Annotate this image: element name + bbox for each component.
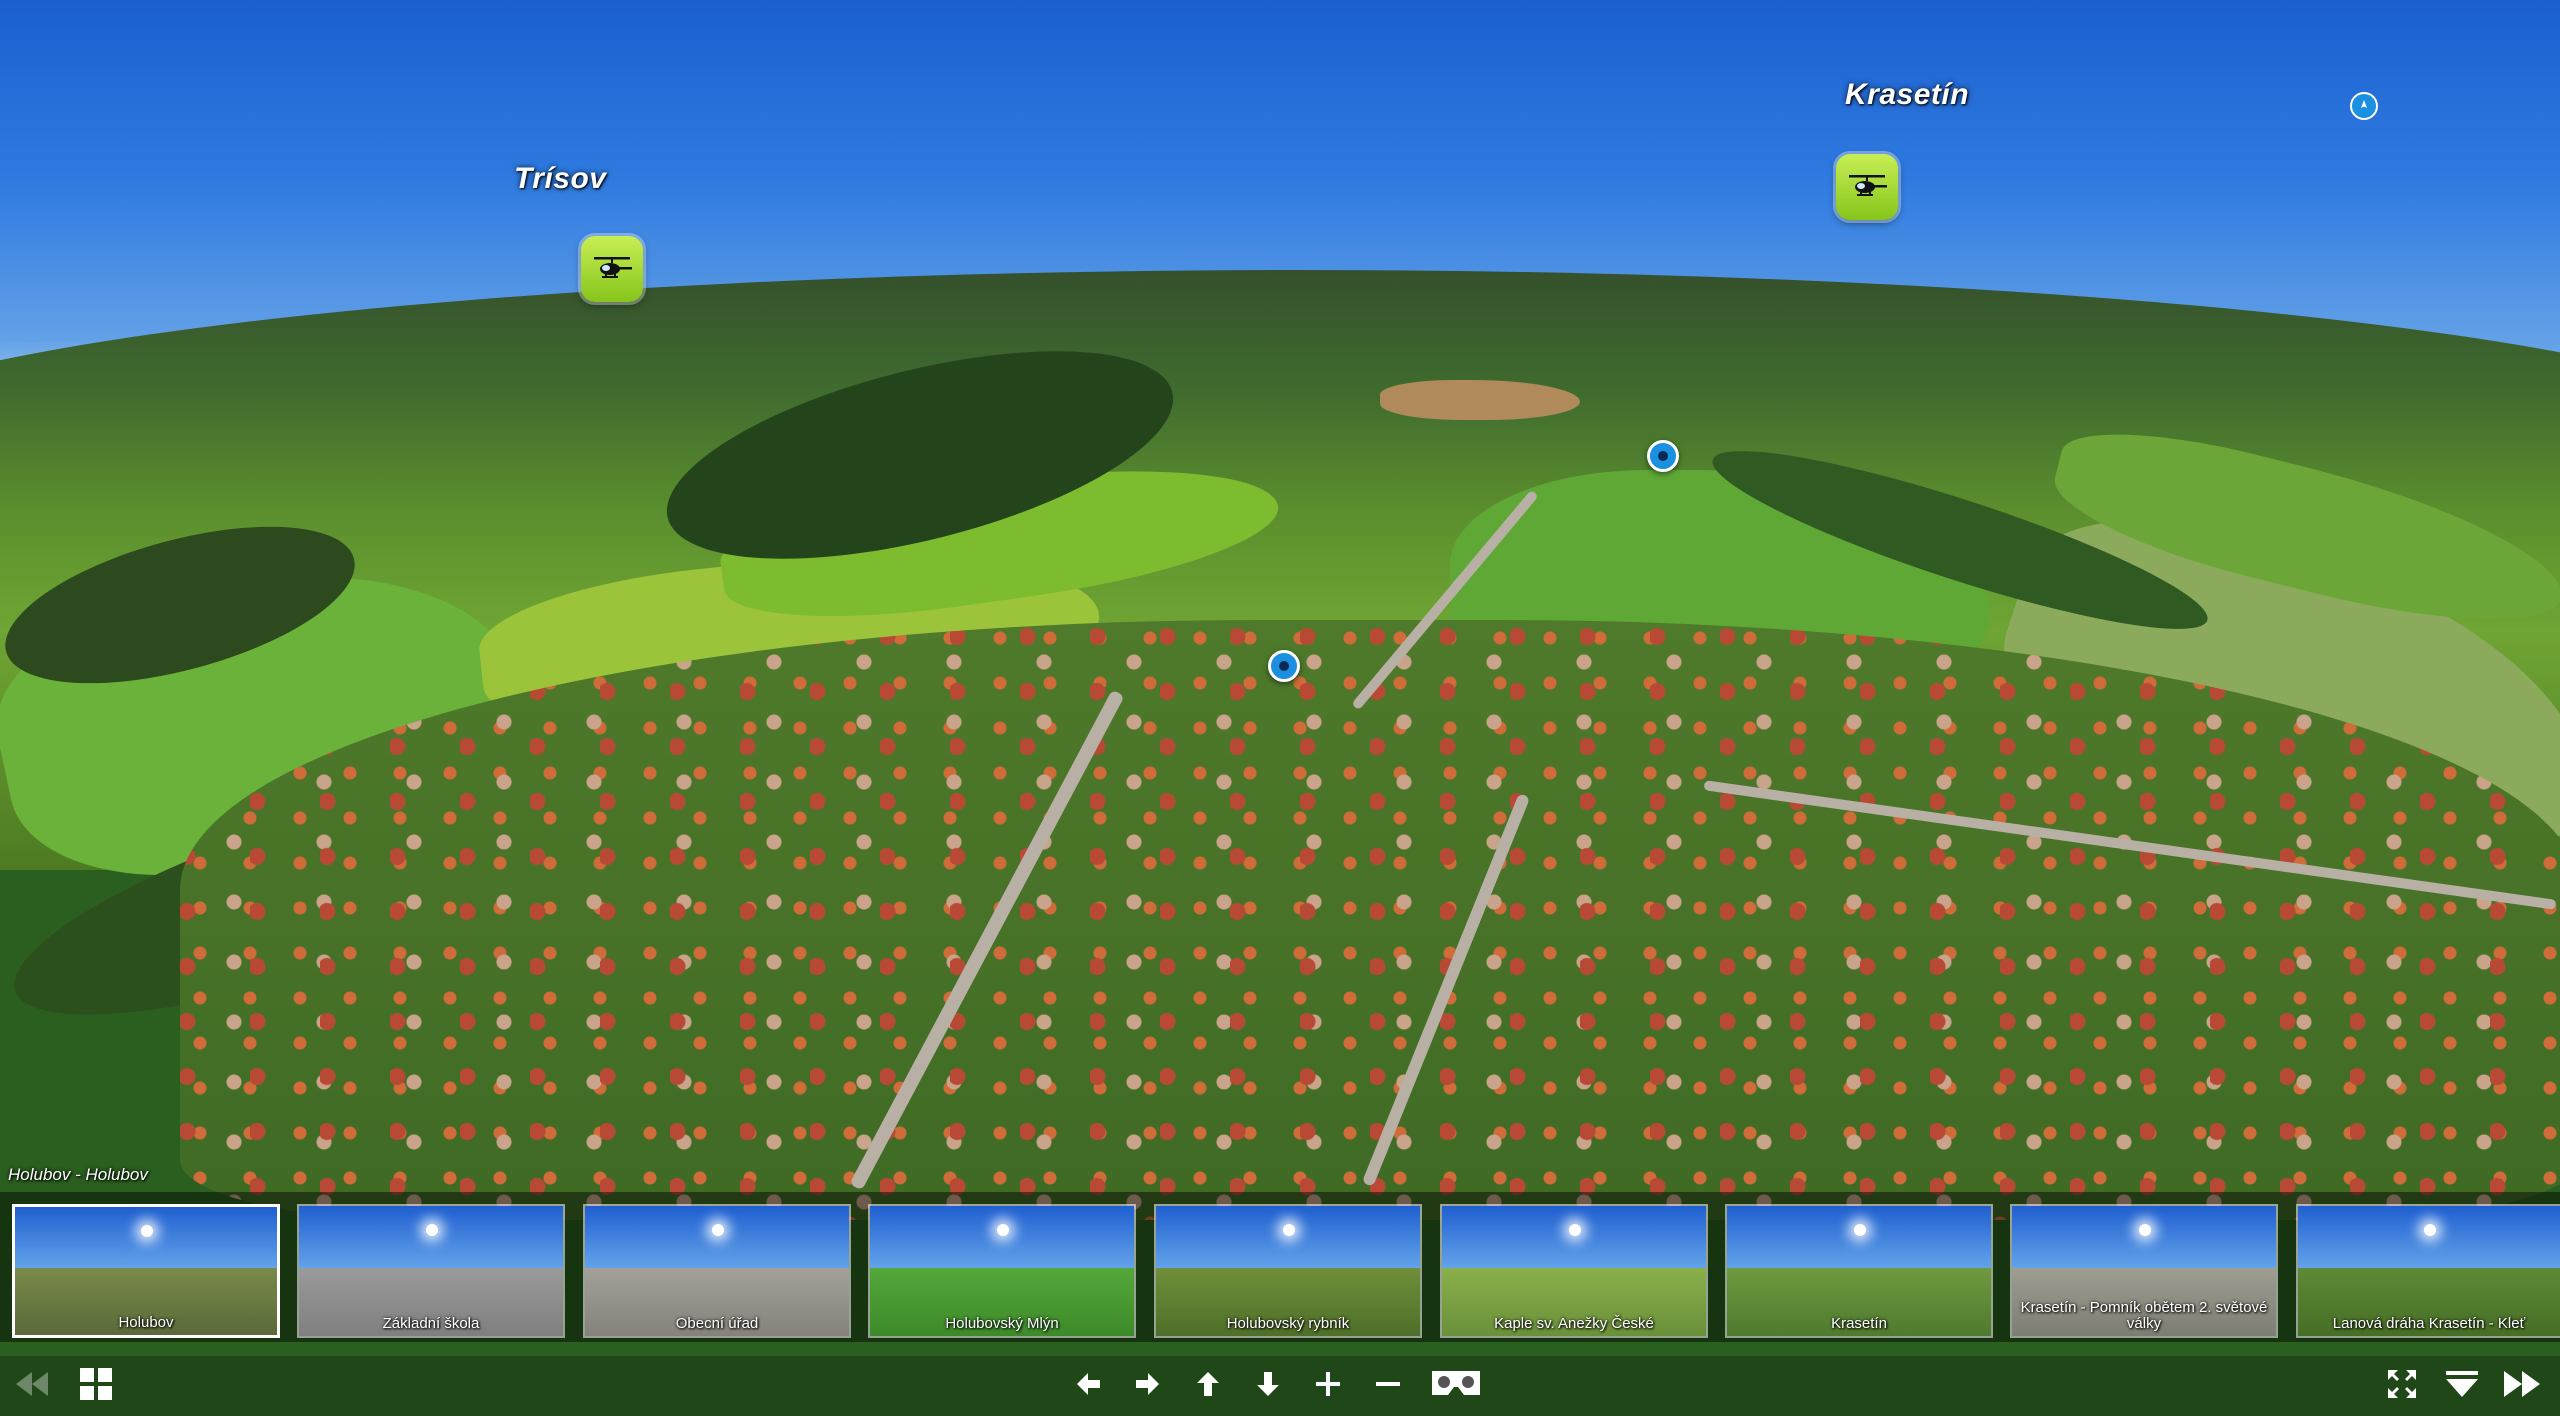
zoom-in-icon <box>1316 1372 1340 1396</box>
thumbnail-label: Krasetín <box>1831 1315 1887 1332</box>
thumbnail-kaple[interactable]: Kaple sv. Anežky České <box>1440 1204 1708 1338</box>
thumbnail-label: Holubovský Mlýn <box>945 1315 1059 1332</box>
thumbnail-holubovsky-rybnik[interactable]: Holubovský rybník <box>1154 1204 1422 1338</box>
arrow-down-icon <box>1257 1372 1279 1396</box>
fast-forward-button[interactable] <box>2500 1364 2544 1404</box>
sun-icon <box>1853 1224 1866 1237</box>
thumbnail-sky <box>2012 1206 2276 1269</box>
zoom-in-button[interactable] <box>1306 1364 1350 1404</box>
thumbnail-krasetin[interactable]: Krasetín <box>1725 1204 1993 1338</box>
thumbnail-label: Holubovský rybník <box>1226 1315 1350 1332</box>
thumbnail-label: Lanová dráha Krasetín - Kleť <box>2332 1315 2526 1332</box>
sun-icon <box>996 1224 1009 1237</box>
zoom-out-button[interactable] <box>1366 1364 1410 1404</box>
thumbnail-grid-button[interactable] <box>74 1364 118 1404</box>
thumbnail-pomnik[interactable]: Krasetín - Pomník obětem 2. světové válk… <box>2010 1204 2278 1338</box>
thumbnail-sky <box>1442 1206 1706 1269</box>
fast-forward-icon <box>2504 1371 2540 1397</box>
thumbnail-label: Základní škola <box>382 1315 480 1332</box>
thumbnail-lanova-draha[interactable]: Lanová dráha Krasetín - Kleť <box>2296 1204 2560 1338</box>
village <box>180 620 2560 1220</box>
thumbnail-label: Obecní úřad <box>675 1315 759 1332</box>
thumbnail-label: Krasetín - Pomník obětem 2. světové válk… <box>2020 1299 2268 1332</box>
hide-thumbnails-icon <box>2446 1371 2478 1397</box>
scene-caption: Holubov - Holubov <box>8 1165 148 1184</box>
thumbnail-sky <box>1156 1206 1420 1269</box>
grid-icon <box>80 1368 112 1400</box>
vr-mode-button[interactable] <box>1426 1364 1486 1404</box>
sun-icon <box>2423 1224 2436 1237</box>
pan-down-button[interactable] <box>1246 1364 1290 1404</box>
thumbnail-strip: Holubov Základní škola Obecní úřad Holub… <box>0 1192 2560 1342</box>
thumbnail-sky <box>585 1206 849 1269</box>
hide-thumbnails-button[interactable] <box>2440 1364 2484 1404</box>
fullscreen-button[interactable] <box>2380 1364 2424 1404</box>
hotspot-label-krasetin: Krasetín <box>1845 78 1970 111</box>
control-bar <box>0 1356 2560 1416</box>
thumbnail-zakladni-skola[interactable]: Základní škola <box>297 1204 565 1338</box>
thumbnail-sky <box>2298 1206 2560 1269</box>
compass-icon <box>2361 100 2367 108</box>
sun-icon <box>2138 1224 2151 1237</box>
field <box>1380 380 1580 420</box>
thumbnail-sky <box>15 1207 277 1269</box>
arrow-left-icon <box>1077 1373 1100 1395</box>
pan-right-button[interactable] <box>1126 1364 1170 1404</box>
sun-icon <box>1568 1224 1581 1237</box>
info-pin-hotspot[interactable] <box>1647 440 1679 472</box>
helicopter-icon <box>594 257 632 278</box>
thumbnail-sky <box>1727 1206 1991 1269</box>
sun-icon <box>140 1224 153 1237</box>
thumbnail-label: Holubov <box>118 1314 174 1331</box>
helicopter-hotspot-krasetin[interactable] <box>1836 154 1898 220</box>
sun-icon <box>711 1224 724 1237</box>
sun-icon <box>1282 1224 1295 1237</box>
sun-icon <box>425 1224 438 1237</box>
thumbnail-label: Kaple sv. Anežky České <box>1494 1315 1654 1332</box>
thumbnail-holubov[interactable]: Holubov <box>12 1204 280 1338</box>
thumbnail-obecni-urad[interactable]: Obecní úřad <box>583 1204 851 1338</box>
rewind-button[interactable] <box>10 1364 54 1404</box>
vr-headset-icon <box>1432 1371 1480 1395</box>
info-pin-hotspot[interactable] <box>1268 650 1300 682</box>
fullscreen-icon <box>2388 1370 2416 1398</box>
thumbnail-sky <box>870 1206 1134 1269</box>
hotspot-label-trisov: Trísov <box>514 162 607 195</box>
helicopter-hotspot-trisov[interactable] <box>581 236 643 302</box>
rewind-icon <box>16 1372 48 1396</box>
arrow-right-icon <box>1136 1373 1159 1395</box>
thumbnail-holubovsky-mlyn[interactable]: Holubovský Mlýn <box>868 1204 1136 1338</box>
zoom-out-icon <box>1376 1382 1400 1386</box>
pan-left-button[interactable] <box>1066 1364 1110 1404</box>
helicopter-icon <box>1849 175 1887 196</box>
arrow-up-icon <box>1197 1372 1219 1396</box>
compass-hotspot[interactable] <box>2350 92 2378 120</box>
pan-up-button[interactable] <box>1186 1364 1230 1404</box>
thumbnail-sky <box>299 1206 563 1269</box>
